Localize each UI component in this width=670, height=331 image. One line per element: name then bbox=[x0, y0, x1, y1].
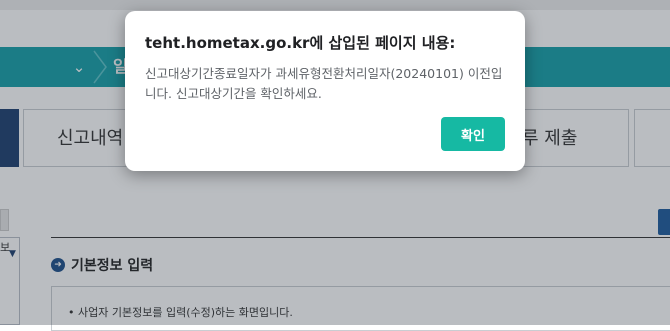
alert-dialog: teht.hometax.go.kr에 삽입된 페이지 내용: 신고대상기간종료… bbox=[125, 11, 525, 171]
confirm-button[interactable]: 확인 bbox=[441, 117, 505, 151]
dialog-message: 신고대상기간종료일자가 과세유형전환처리일자(20240101) 이전입니다. … bbox=[145, 66, 503, 101]
dialog-title: teht.hometax.go.kr에 삽입된 페이지 내용: bbox=[145, 34, 456, 52]
